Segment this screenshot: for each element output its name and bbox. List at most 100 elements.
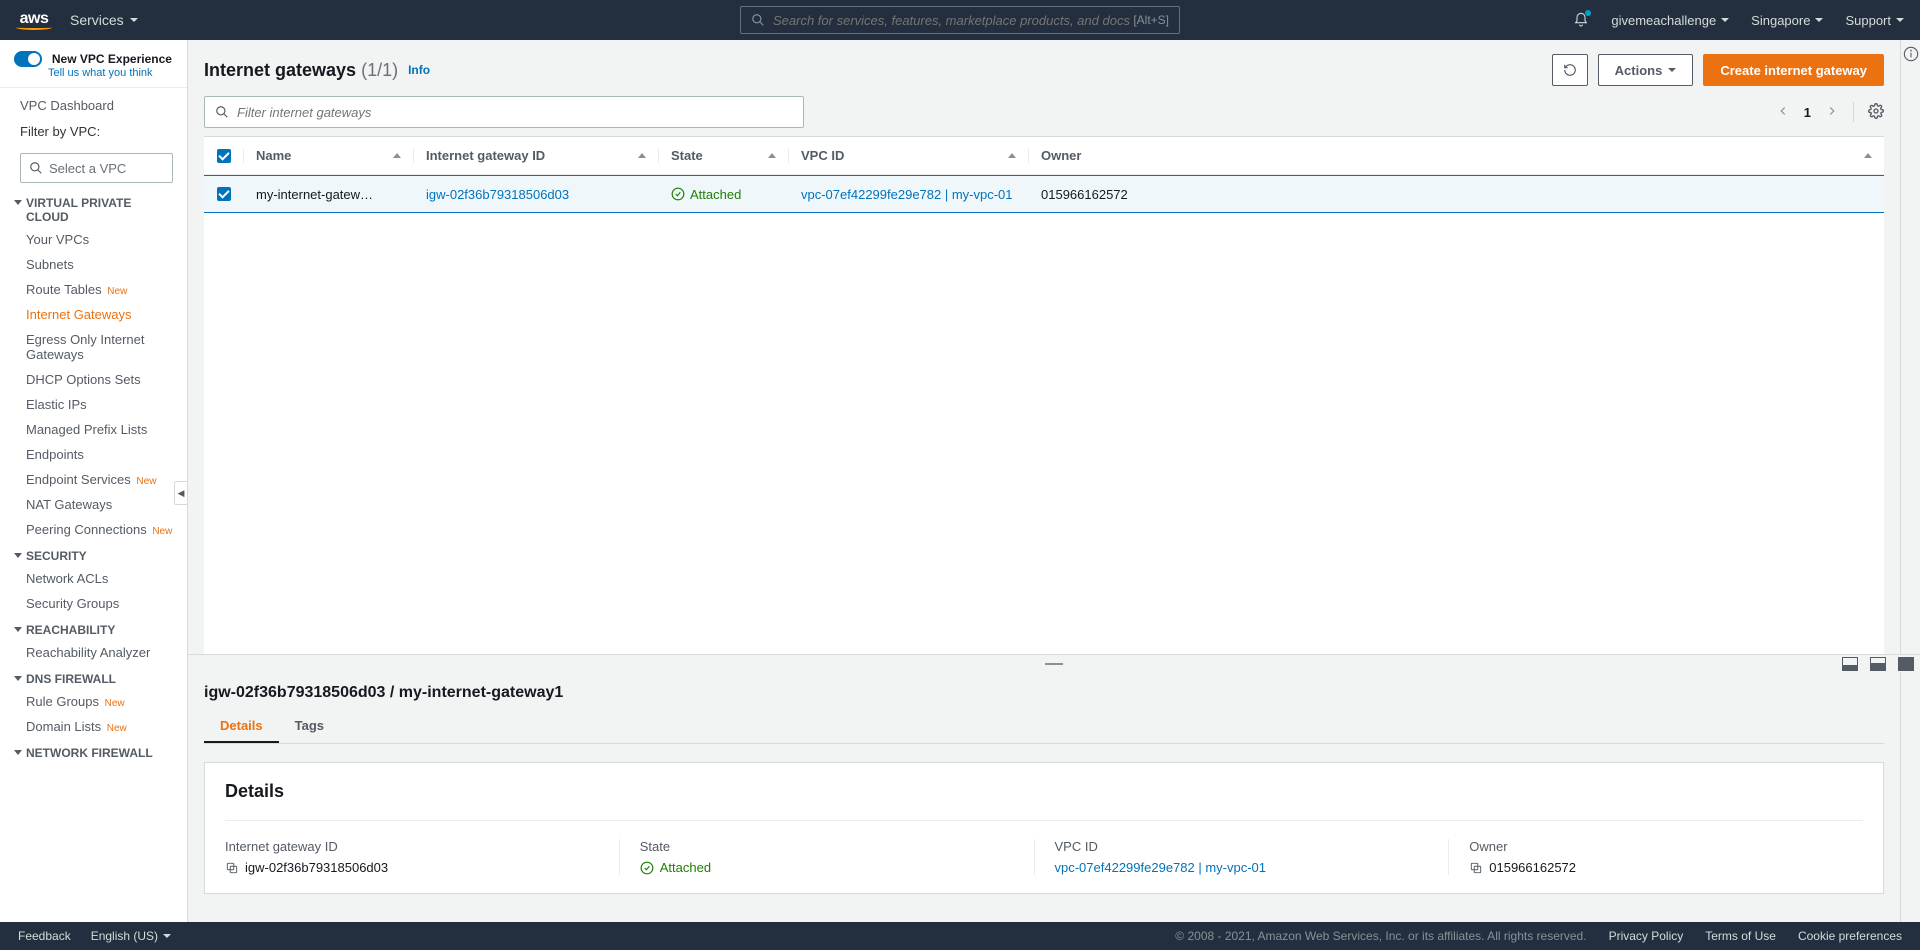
- help-panel-toggle[interactable]: [1900, 40, 1920, 922]
- detail-tabs: Details Tags: [204, 710, 1884, 744]
- sidebar-item-internet-gateways[interactable]: Internet Gateways: [0, 302, 187, 327]
- global-search[interactable]: [Alt+S]: [740, 6, 1180, 34]
- search-icon: [215, 105, 229, 119]
- account-menu[interactable]: givemeachallenge: [1611, 13, 1729, 28]
- sidebar-item-elastic-ips[interactable]: Elastic IPs: [0, 392, 187, 417]
- sidebar-item-dashboard[interactable]: VPC Dashboard: [0, 88, 187, 118]
- current-page: 1: [1804, 105, 1811, 120]
- sidebar-item-egress-gateways[interactable]: Egress Only Internet Gateways: [0, 327, 187, 367]
- vpc-select[interactable]: Select a VPC: [20, 153, 173, 183]
- table-settings-button[interactable]: [1868, 103, 1884, 122]
- split-panel-handle[interactable]: [188, 654, 1920, 672]
- top-nav: aws Services [Alt+S] givemeachallenge Si…: [0, 0, 1920, 40]
- refresh-button[interactable]: [1552, 54, 1588, 86]
- copy-icon[interactable]: [225, 861, 239, 875]
- tab-tags[interactable]: Tags: [279, 710, 340, 743]
- sidebar-item-route-tables[interactable]: Route Tables New: [0, 277, 187, 302]
- sidebar-item-endpoint-services[interactable]: Endpoint Services New: [0, 467, 187, 492]
- copy-icon[interactable]: [1469, 861, 1483, 875]
- cell-vpc-link[interactable]: vpc-07ef42299fe29e782 | my-vpc-01: [801, 187, 1013, 202]
- next-page-button[interactable]: [1825, 104, 1839, 121]
- sidebar-item-security-groups[interactable]: Security Groups: [0, 591, 187, 616]
- sidebar-item-prefix-lists[interactable]: Managed Prefix Lists: [0, 417, 187, 442]
- section-security[interactable]: SECURITY: [0, 542, 187, 566]
- section-dns-firewall[interactable]: DNS FIREWALL: [0, 665, 187, 689]
- cookie-preferences-link[interactable]: Cookie preferences: [1798, 929, 1902, 943]
- sidebar-item-domain-lists[interactable]: Domain Lists New: [0, 714, 187, 739]
- sidebar-item-subnets[interactable]: Subnets: [0, 252, 187, 277]
- check-circle-icon: [671, 187, 685, 201]
- sidebar-item-nat-gateways[interactable]: NAT Gateways: [0, 492, 187, 517]
- detail-label-owner: Owner: [1469, 839, 1843, 854]
- create-internet-gateway-button[interactable]: Create internet gateway: [1703, 54, 1884, 86]
- section-reachability[interactable]: REACHABILITY: [0, 616, 187, 640]
- pagination: 1: [1776, 102, 1884, 122]
- prev-page-button[interactable]: [1776, 104, 1790, 121]
- drag-handle-icon: [1045, 663, 1063, 665]
- view-bottom-button[interactable]: [1842, 657, 1858, 671]
- aws-logo[interactable]: aws: [16, 10, 52, 30]
- row-checkbox[interactable]: [217, 187, 231, 201]
- toggle-switch[interactable]: [14, 51, 42, 67]
- filter-by-vpc-label: Filter by VPC:: [0, 118, 187, 149]
- footer: Feedback English (US) © 2008 - 2021, Ama…: [0, 922, 1920, 950]
- tab-details[interactable]: Details: [204, 710, 279, 743]
- filter-input-wrapper: [204, 96, 804, 128]
- page-title: Internet gateways (1/1): [204, 60, 398, 81]
- support-menu[interactable]: Support: [1845, 13, 1904, 28]
- new-experience-toggle: New VPC Experience Tell us what you thin…: [0, 40, 187, 88]
- privacy-policy-link[interactable]: Privacy Policy: [1609, 929, 1684, 943]
- table-header: Name Internet gateway ID State VPC ID Ow…: [204, 137, 1884, 175]
- actions-button[interactable]: Actions: [1598, 54, 1694, 86]
- terms-of-use-link[interactable]: Terms of Use: [1705, 929, 1776, 943]
- services-menu[interactable]: Services: [70, 12, 138, 28]
- column-igw-id[interactable]: Internet gateway ID: [414, 148, 659, 163]
- info-icon: [1903, 46, 1919, 62]
- column-state[interactable]: State: [659, 148, 789, 163]
- copyright-text: © 2008 - 2021, Amazon Web Services, Inc.…: [1175, 929, 1586, 943]
- sidebar-item-peering[interactable]: Peering Connections New: [0, 517, 187, 542]
- cell-name: my-internet-gatew…: [244, 187, 414, 202]
- section-vpc[interactable]: VIRTUAL PRIVATE CLOUD: [0, 189, 187, 227]
- notifications-button[interactable]: [1573, 12, 1589, 28]
- column-name[interactable]: Name: [244, 148, 414, 163]
- detail-panel: igw-02f36b79318506d03 / my-internet-gate…: [188, 672, 1920, 922]
- detail-value-owner: 015966162572: [1489, 860, 1576, 875]
- column-vpc-id[interactable]: VPC ID: [789, 148, 1029, 163]
- select-all-checkbox[interactable]: [217, 149, 231, 163]
- search-input[interactable]: [773, 13, 1133, 28]
- detail-value-state: Attached: [660, 860, 711, 875]
- info-link[interactable]: Info: [408, 63, 430, 77]
- language-menu[interactable]: English (US): [91, 929, 171, 943]
- region-menu[interactable]: Singapore: [1751, 13, 1823, 28]
- detail-label-vpc: VPC ID: [1055, 839, 1429, 854]
- detail-label-igw: Internet gateway ID: [225, 839, 599, 854]
- refresh-icon: [1563, 63, 1577, 77]
- cell-igw-id-link[interactable]: igw-02f36b79318506d03: [426, 187, 569, 202]
- sidebar-item-endpoints[interactable]: Endpoints: [0, 442, 187, 467]
- section-network-firewall[interactable]: NETWORK FIREWALL: [0, 739, 187, 763]
- sidebar-item-your-vpcs[interactable]: Your VPCs: [0, 227, 187, 252]
- sort-icon: [393, 153, 401, 158]
- column-owner[interactable]: Owner: [1029, 148, 1884, 163]
- sidebar-item-dhcp[interactable]: DHCP Options Sets: [0, 367, 187, 392]
- sidebar-item-nacls[interactable]: Network ACLs: [0, 566, 187, 591]
- detail-value-vpc-link[interactable]: vpc-07ef42299fe29e782 | my-vpc-01: [1055, 860, 1267, 875]
- filter-input[interactable]: [237, 105, 793, 120]
- sidebar-item-reachability[interactable]: Reachability Analyzer: [0, 640, 187, 665]
- chevron-left-icon: [1776, 104, 1790, 118]
- caret-down-icon: [14, 200, 22, 205]
- main-content: Internet gateways (1/1) Info Actions Cre…: [188, 40, 1920, 922]
- feedback-link[interactable]: Feedback: [18, 929, 71, 943]
- feedback-link[interactable]: Tell us what you think: [48, 67, 173, 79]
- view-half-button[interactable]: [1870, 657, 1886, 671]
- search-icon: [751, 13, 765, 27]
- details-panel: Details Internet gateway ID igw-02f36b79…: [204, 762, 1884, 894]
- details-heading: Details: [225, 781, 1863, 802]
- check-circle-icon: [640, 861, 654, 875]
- table-row[interactable]: my-internet-gatew… igw-02f36b79318506d03…: [204, 175, 1884, 213]
- sidebar-item-rule-groups[interactable]: Rule Groups New: [0, 689, 187, 714]
- sidebar: New VPC Experience Tell us what you thin…: [0, 40, 188, 922]
- view-full-button[interactable]: [1898, 657, 1914, 671]
- sidebar-collapse-button[interactable]: ◀: [174, 481, 188, 505]
